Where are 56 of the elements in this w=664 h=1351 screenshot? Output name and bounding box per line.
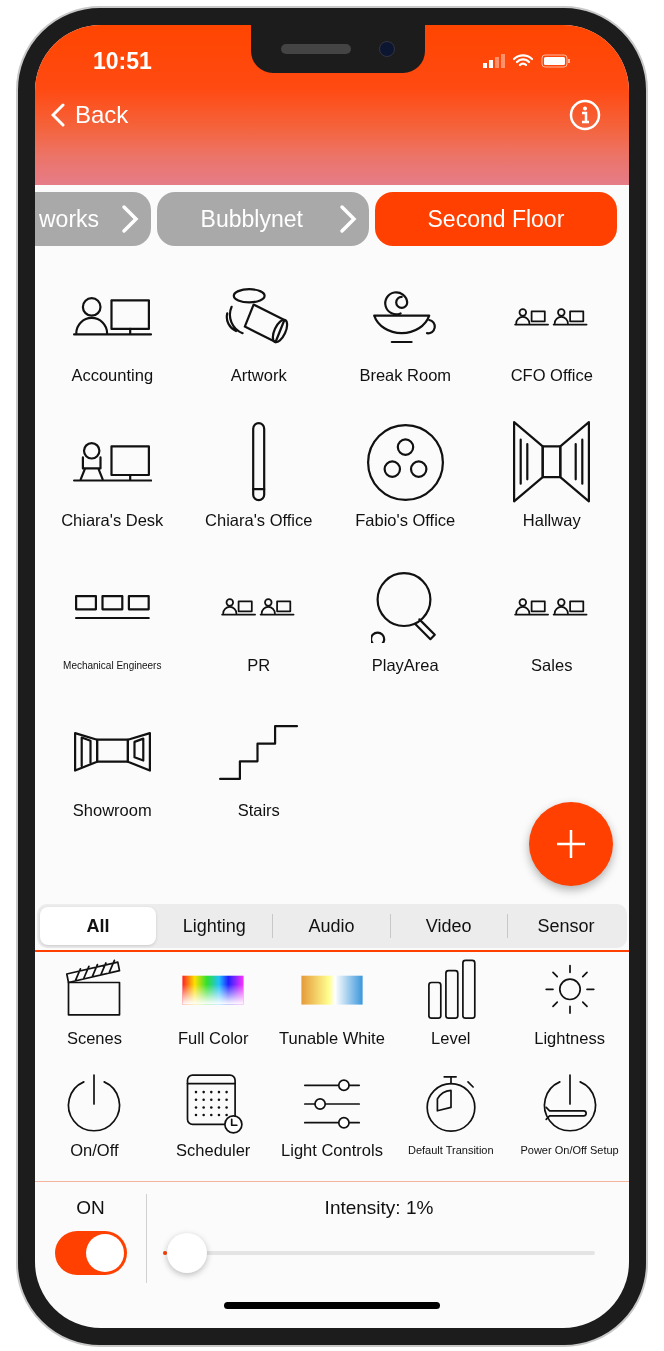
person-computer-icon bbox=[72, 297, 152, 337]
three-dots-circle-icon bbox=[366, 423, 444, 501]
tube-light-icon bbox=[251, 421, 267, 503]
feature-button[interactable]: Power On/Off Setup bbox=[510, 1068, 629, 1181]
feature-button[interactable]: Tunable White bbox=[272, 956, 392, 1068]
feature-button[interactable]: On/Off bbox=[35, 1068, 154, 1181]
back-chevron-icon bbox=[51, 103, 65, 127]
room-button[interactable]: Artwork bbox=[185, 275, 332, 420]
category-tab[interactable]: All bbox=[40, 907, 157, 945]
status-time: 10:51 bbox=[93, 46, 152, 76]
feature-button[interactable]: Light Controls bbox=[272, 1068, 392, 1181]
room-button[interactable]: CFO Office bbox=[478, 275, 625, 420]
hallway-icon bbox=[513, 421, 591, 503]
feature-button[interactable]: Default Transition bbox=[391, 1068, 511, 1181]
category-tab[interactable]: Audio bbox=[273, 907, 390, 945]
two-desks-icon bbox=[514, 307, 590, 327]
room-button[interactable]: PlayArea bbox=[332, 565, 479, 710]
chevron-right-icon bbox=[120, 204, 139, 234]
category-tab[interactable]: Video bbox=[390, 907, 507, 945]
room-button[interactable]: Stairs bbox=[185, 710, 332, 855]
room-button[interactable]: Hallway bbox=[478, 420, 625, 565]
room-button[interactable]: Break Room bbox=[332, 275, 479, 420]
two-desks-icon bbox=[221, 597, 297, 617]
room-button[interactable]: Showroom bbox=[39, 710, 186, 855]
breadcrumb-button[interactable]: Second Floor bbox=[374, 192, 617, 246]
room-button[interactable]: Sales bbox=[478, 565, 625, 710]
room-button[interactable]: Chiara's Desk bbox=[39, 420, 186, 565]
category-tab[interactable]: Lighting bbox=[156, 907, 273, 945]
two-desks-icon bbox=[514, 597, 590, 617]
add-button[interactable] bbox=[529, 802, 613, 886]
room-button[interactable]: Chiara's Office bbox=[185, 420, 332, 565]
room-button[interactable]: PR bbox=[185, 565, 332, 710]
wifi-icon bbox=[513, 54, 533, 68]
camera-lens bbox=[379, 41, 395, 57]
room-button[interactable]: Fabio's Office bbox=[332, 420, 479, 565]
room-button[interactable]: Mechanical Engineers bbox=[39, 565, 186, 710]
feature-button[interactable]: Level bbox=[391, 956, 511, 1068]
stairs-icon bbox=[219, 724, 299, 780]
power-label: ON bbox=[76, 1196, 105, 1220]
battery-icon bbox=[541, 54, 571, 68]
intensity-label: Intensity: 1% bbox=[324, 1196, 434, 1220]
feature-button[interactable]: Scheduler bbox=[153, 1068, 273, 1181]
room-button[interactable]: Accounting bbox=[39, 275, 186, 420]
signal-icon bbox=[483, 54, 505, 68]
feature-button[interactable]: Scenes bbox=[35, 956, 154, 1068]
feature-button[interactable]: Lightness bbox=[510, 956, 629, 1068]
chevron-right-icon bbox=[338, 204, 357, 234]
feature-button[interactable]: Full Color bbox=[153, 956, 273, 1068]
info-icon[interactable] bbox=[569, 99, 601, 131]
speaker-grille bbox=[281, 44, 351, 54]
category-tab[interactable]: Sensor bbox=[507, 907, 624, 945]
plus-icon bbox=[555, 828, 587, 860]
showroom-icon bbox=[73, 731, 151, 773]
three-screens-icon bbox=[74, 594, 150, 620]
power-toggle[interactable] bbox=[54, 1230, 127, 1275]
woman-computer-icon bbox=[72, 441, 152, 483]
